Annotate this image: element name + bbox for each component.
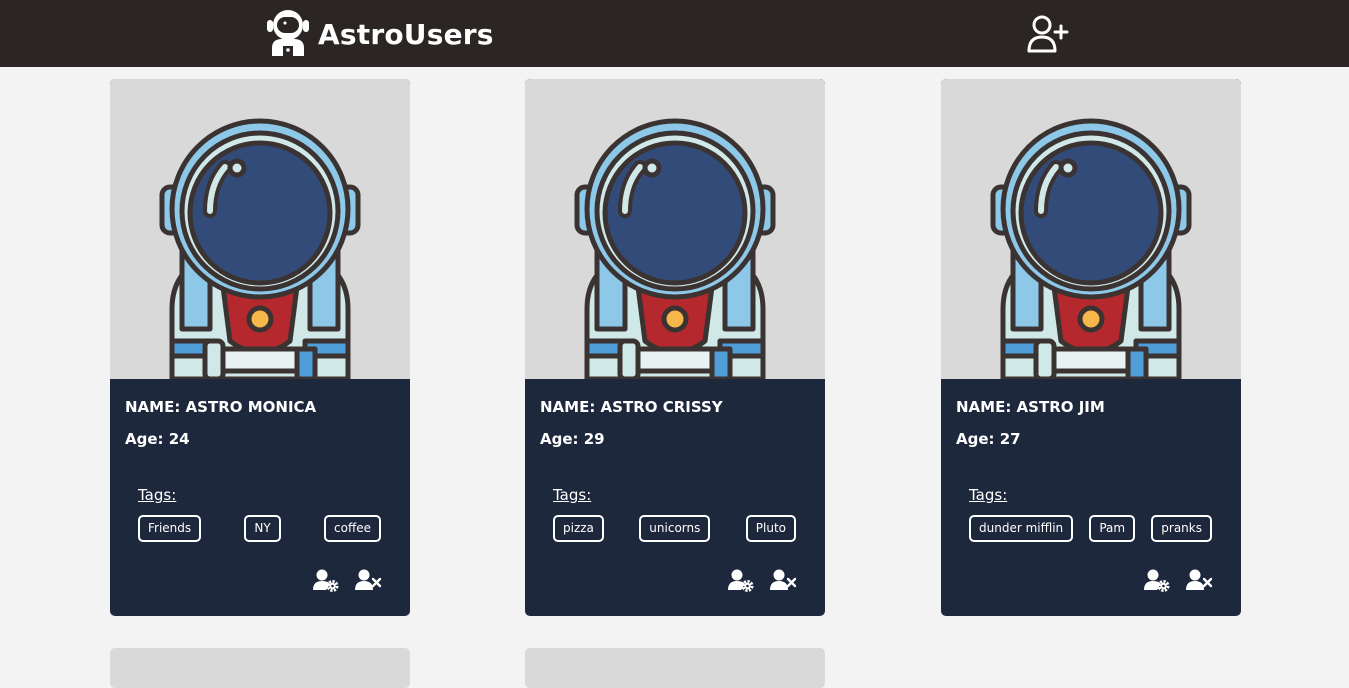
tag[interactable]: unicorns [639, 515, 711, 542]
card-actions [1143, 568, 1213, 592]
tag[interactable]: Pam [1089, 515, 1136, 542]
user-card-partial [525, 648, 825, 688]
user-gear-icon[interactable] [727, 568, 755, 592]
user-remove-icon[interactable] [1185, 568, 1213, 592]
top-navbar: AstroUsers [0, 0, 1349, 67]
tag[interactable]: pizza [553, 515, 604, 542]
tags-label: Tags: [969, 486, 1008, 504]
user-age: Age: 24 [125, 430, 190, 448]
brand[interactable]: AstroUsers [266, 10, 494, 58]
user-card: NAME: ASTRO JIM Age: 27 Tags: dunder mif… [941, 79, 1241, 616]
tags-list: dunder mifflin Pam pranks [969, 515, 1212, 542]
card-actions [312, 568, 382, 592]
user-name: NAME: ASTRO CRISSY [540, 398, 723, 416]
tag[interactable]: coffee [324, 515, 381, 542]
tag[interactable]: Friends [138, 515, 202, 542]
tags-label: Tags: [138, 486, 177, 504]
tags-list: Friends NY coffee [138, 515, 381, 542]
user-avatar [525, 79, 825, 379]
user-remove-icon[interactable] [354, 568, 382, 592]
tags-label: Tags: [553, 486, 592, 504]
user-remove-icon[interactable] [769, 568, 797, 592]
tag[interactable]: dunder mifflin [969, 515, 1074, 542]
app-title: AstroUsers [318, 17, 494, 51]
user-name: NAME: ASTRO JIM [956, 398, 1105, 416]
user-avatar [110, 79, 410, 379]
user-age: Age: 29 [540, 430, 605, 448]
tag[interactable]: NY [244, 515, 281, 542]
user-card-partial [110, 648, 410, 688]
user-card: NAME: ASTRO MONICA Age: 24 Tags: Friends… [110, 79, 410, 616]
tag[interactable]: Pluto [745, 515, 796, 542]
user-age: Age: 27 [956, 430, 1021, 448]
tag[interactable]: pranks [1151, 515, 1212, 542]
user-card: NAME: ASTRO CRISSY Age: 29 Tags: pizza u… [525, 79, 825, 616]
user-gear-icon[interactable] [1143, 568, 1171, 592]
add-user-icon [1027, 15, 1069, 53]
user-gear-icon[interactable] [312, 568, 340, 592]
card-actions [727, 568, 797, 592]
user-name: NAME: ASTRO MONICA [125, 398, 317, 416]
astronaut-icon [266, 8, 310, 60]
tags-list: pizza unicorns Pluto [553, 515, 796, 542]
add-user-button[interactable] [1026, 14, 1070, 54]
user-avatar [941, 79, 1241, 379]
